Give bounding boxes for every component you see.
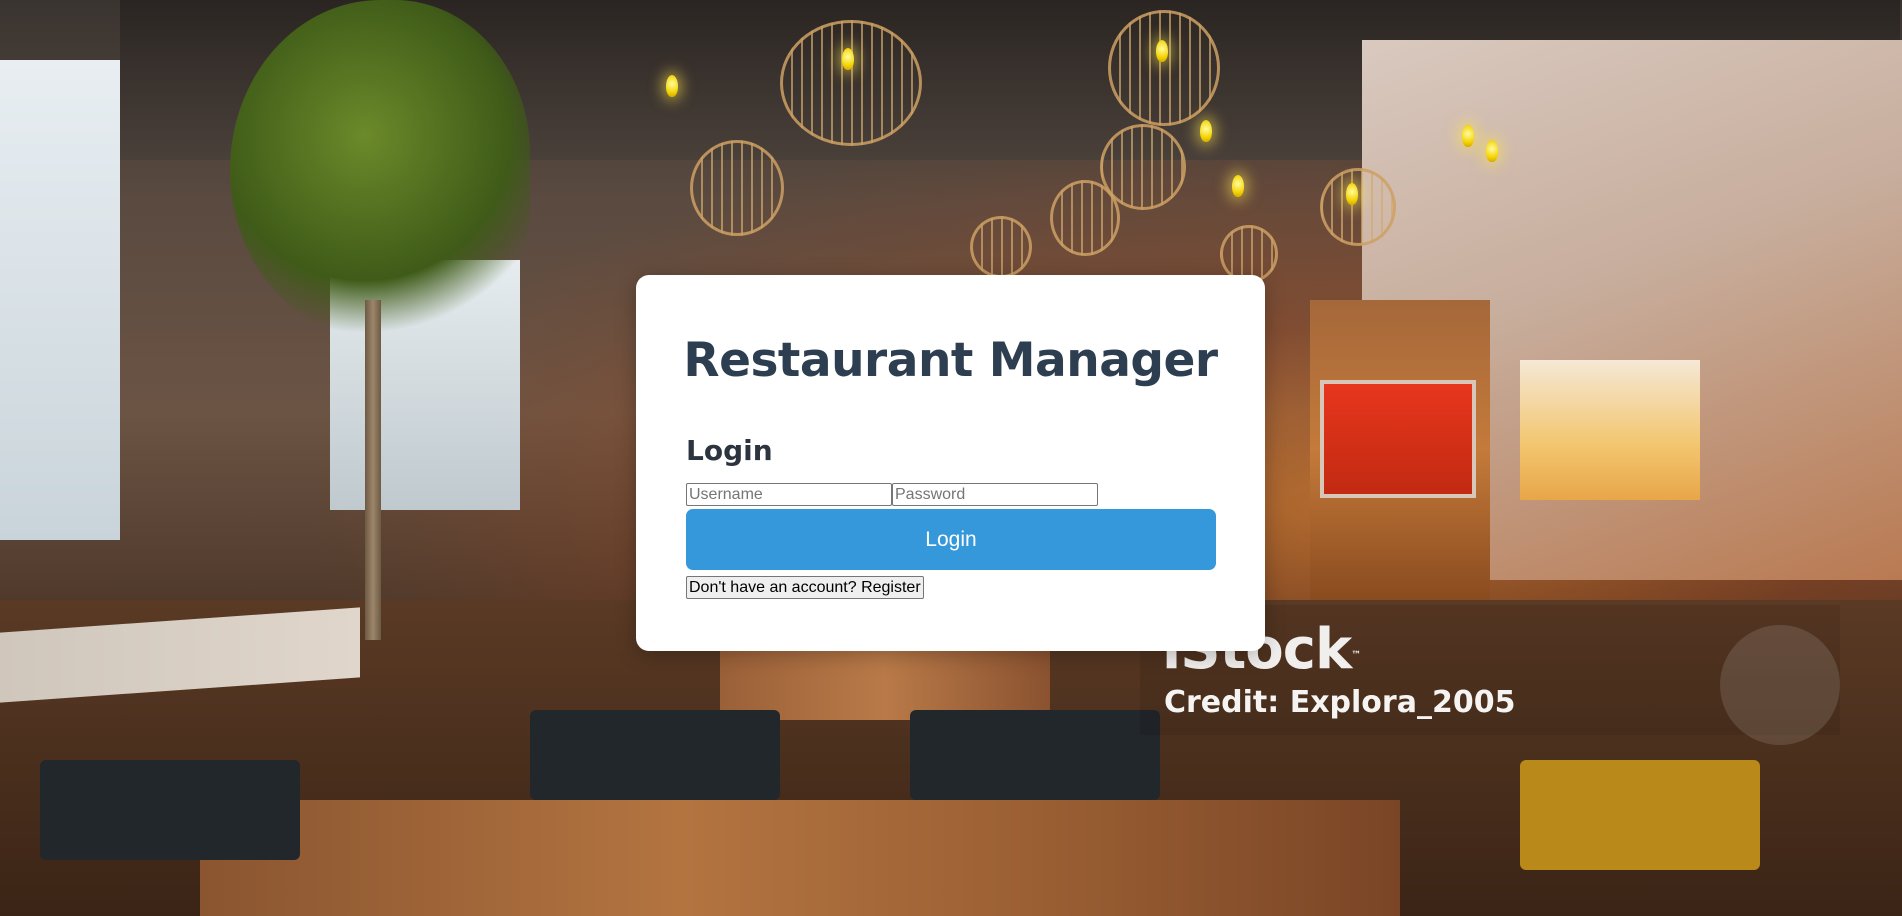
- chair: [40, 760, 300, 860]
- username-input[interactable]: [686, 483, 892, 506]
- watermark-trademark: ™: [1351, 650, 1361, 661]
- pendant-lamp: [970, 216, 1032, 278]
- red-display-window: [1320, 380, 1476, 498]
- pendant-lamp: [780, 20, 922, 146]
- watermark-credit: Credit: Explora_2005: [1164, 685, 1516, 720]
- login-card: Restaurant Manager Login Login Don't hav…: [636, 275, 1265, 651]
- pendant-lamp: [690, 140, 784, 236]
- login-heading: Login: [686, 434, 773, 467]
- light-bulb: [1232, 175, 1244, 197]
- pendant-lamp: [1050, 180, 1120, 256]
- light-bulb: [1200, 120, 1212, 142]
- register-button[interactable]: Don't have an account? Register: [686, 576, 924, 599]
- tree-foliage: [230, 0, 530, 340]
- chair: [910, 710, 1160, 800]
- light-bulb: [1156, 40, 1168, 62]
- lit-shelf: [1520, 360, 1700, 500]
- login-button[interactable]: Login: [686, 509, 1216, 570]
- tree-trunk: [365, 300, 381, 640]
- light-bulb: [1462, 125, 1474, 147]
- chair: [1520, 760, 1760, 870]
- pendant-lamp: [1108, 10, 1220, 126]
- light-bulb: [666, 75, 678, 97]
- light-bulb: [1346, 183, 1358, 205]
- table-front: [200, 800, 1400, 916]
- app-title: Restaurant Manager: [683, 333, 1218, 388]
- pendant-lamp: [1320, 168, 1396, 246]
- light-bulb: [842, 48, 854, 70]
- watermark-circle: [1720, 625, 1840, 745]
- credentials-row: [686, 483, 1098, 506]
- window-left: [0, 60, 120, 540]
- light-bulb: [1486, 140, 1498, 162]
- password-input[interactable]: [892, 483, 1098, 506]
- chair: [530, 710, 780, 800]
